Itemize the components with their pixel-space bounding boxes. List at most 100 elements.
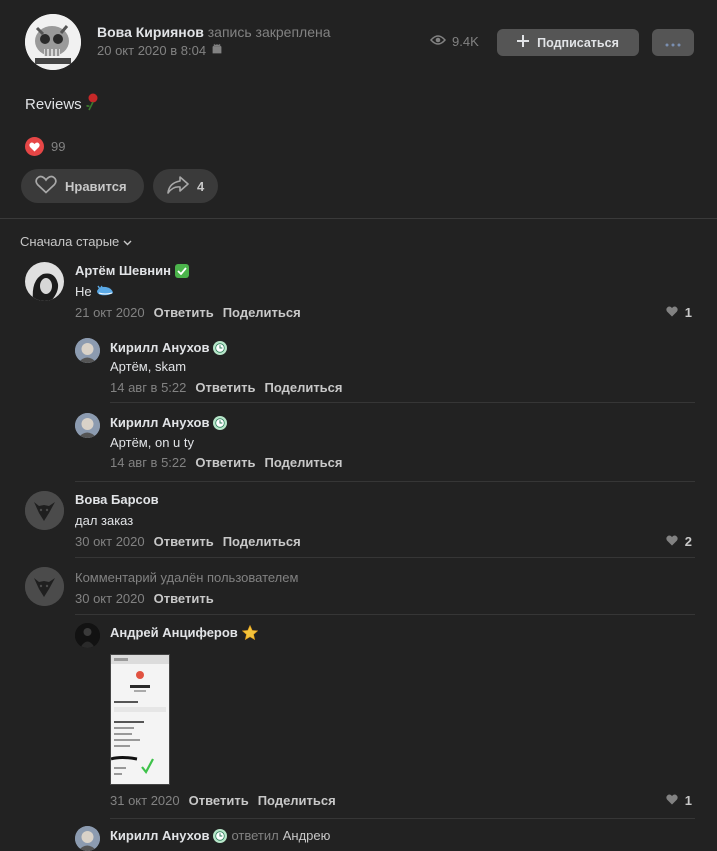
post-date[interactable]: 20 окт 2020 в 8:04 — [97, 43, 222, 58]
comment-like-count: 1 — [684, 305, 692, 320]
rose-emoji-icon — [84, 93, 100, 115]
comment-author-name: Артём Шевнин — [75, 263, 171, 278]
comment-like-button[interactable]: 1 — [666, 793, 692, 808]
post-divider — [0, 218, 717, 219]
heart-reaction-icon — [25, 137, 44, 156]
comments-sort-dropdown[interactable]: Сначала старые — [20, 234, 132, 249]
views-counter: 9.4K — [430, 34, 479, 49]
comment-divider — [110, 818, 695, 819]
heart-icon — [666, 534, 678, 549]
subscribe-label: Подписаться — [537, 35, 619, 50]
comment-text: Не — [75, 283, 114, 300]
more-icon — [665, 35, 681, 50]
comment-author[interactable]: Андрей Анциферов — [110, 625, 258, 640]
reaction-count: 99 — [51, 139, 66, 154]
comment-meta: 31 окт 2020 Ответить Поделиться — [110, 793, 336, 808]
comment-author[interactable]: Кирилл Анухов — [110, 340, 228, 355]
share-comment-button[interactable]: Поделиться — [264, 380, 342, 395]
reply-button[interactable]: Ответить — [195, 455, 255, 470]
comment-avatar — [25, 567, 64, 606]
comment-date[interactable]: 30 окт 2020 — [75, 534, 145, 549]
post-date-text: 20 окт 2020 в 8:04 — [97, 43, 207, 58]
comment-like-button[interactable]: 2 — [666, 534, 692, 549]
like-button[interactable]: Нравится — [21, 169, 144, 203]
comment-meta: 30 окт 2020 Ответить Поделиться — [75, 534, 301, 549]
comment-author[interactable]: Кирилл Анухов — [110, 415, 228, 430]
attached-screenshot-image[interactable] — [110, 654, 170, 785]
check-mark-emoji-icon — [174, 263, 189, 278]
replied-to-link[interactable]: Андрею — [283, 828, 331, 843]
post-text: Reviews — [25, 93, 100, 115]
comment-text-content: Артём, skam — [110, 359, 187, 374]
reply-button[interactable]: Ответить — [154, 591, 214, 606]
comment-divider — [75, 557, 695, 558]
post-text-content: Reviews — [25, 95, 82, 113]
comment-like-count: 2 — [684, 534, 692, 549]
comment-meta: 30 окт 2020 Ответить — [75, 591, 214, 606]
comment-like-count: 1 — [684, 793, 692, 808]
clock-emoji-icon — [213, 415, 228, 430]
comment-author[interactable]: Артём Шевнин — [75, 263, 189, 278]
comment-author-name: Кирилл Анухов — [110, 415, 210, 430]
comment-text-content: дал заказ — [75, 513, 134, 528]
whale-emoji-icon — [96, 283, 114, 300]
comment-like-button[interactable]: 1 — [666, 305, 692, 320]
comment-date[interactable]: 31 окт 2020 — [110, 793, 180, 808]
comment-text-content: Не — [75, 284, 92, 299]
clock-emoji-icon — [213, 340, 228, 355]
comment-avatar[interactable] — [75, 413, 100, 438]
share-comment-button[interactable]: Поделиться — [223, 534, 301, 549]
deleted-comment-text: Комментарий удалён пользователем — [75, 570, 299, 585]
heart-outline-icon — [35, 175, 57, 197]
comment-text-content: Артём, on u ty — [110, 435, 194, 450]
reply-button[interactable]: Ответить — [154, 305, 214, 320]
share-comment-button[interactable]: Поделиться — [264, 455, 342, 470]
comment-meta: 14 авг в 5:22 Ответить Поделиться — [110, 380, 343, 395]
reply-button[interactable]: Ответить — [154, 534, 214, 549]
chevron-down-icon — [123, 234, 132, 249]
more-options-button[interactable] — [652, 29, 694, 56]
comment-divider — [75, 614, 695, 615]
eye-icon — [430, 34, 446, 49]
author-avatar[interactable] — [25, 14, 81, 70]
reply-button[interactable]: Ответить — [189, 793, 249, 808]
comment-text: дал заказ — [75, 513, 133, 528]
comment-date[interactable]: 30 окт 2020 — [75, 591, 145, 606]
comment-avatar[interactable] — [25, 491, 64, 530]
views-count: 9.4K — [452, 34, 479, 49]
comment-divider — [110, 402, 695, 403]
pinned-note: запись закреплена — [207, 24, 331, 40]
comment-divider — [75, 481, 695, 482]
comment-author-name: Вова Барсов — [75, 492, 159, 507]
share-comment-button[interactable]: Поделиться — [258, 793, 336, 808]
comment-date[interactable]: 14 авг в 5:22 — [110, 380, 186, 395]
comment-author-name: Андрей Анциферов — [110, 625, 238, 640]
sort-label: Сначала старые — [20, 234, 120, 249]
reply-button[interactable]: Ответить — [195, 380, 255, 395]
comment-date[interactable]: 21 окт 2020 — [75, 305, 145, 320]
share-button[interactable]: 4 — [153, 169, 218, 203]
android-icon — [212, 43, 222, 58]
comment-date[interactable]: 14 авг в 5:22 — [110, 455, 186, 470]
heart-icon — [666, 305, 678, 320]
heart-icon — [666, 793, 678, 808]
share-comment-button[interactable]: Поделиться — [223, 305, 301, 320]
star-emoji-icon — [241, 625, 258, 640]
comment-avatar[interactable] — [75, 338, 100, 363]
comment-author[interactable]: Вова Барсов — [75, 492, 159, 507]
comment-author-name: Кирилл Анухов — [110, 828, 210, 843]
comment-avatar[interactable] — [75, 826, 100, 851]
comment-text: Артём, on u ty — [110, 435, 194, 450]
replied-to-label: ответил — [231, 828, 279, 843]
comment-avatar[interactable] — [25, 262, 64, 301]
comment-text: Артём, skam — [110, 359, 186, 374]
comment-author[interactable]: Кирилл Анухов ответил Андрею — [110, 828, 330, 843]
author-name[interactable]: Вова Кириянов — [97, 24, 204, 40]
plus-icon — [517, 35, 530, 50]
post-header: Вова Кириянов запись закреплена 20 окт 2… — [0, 0, 717, 90]
comment-avatar[interactable] — [75, 623, 100, 648]
subscribe-button[interactable]: Подписаться — [497, 29, 639, 56]
comment-meta: 21 окт 2020 Ответить Поделиться — [75, 305, 301, 320]
reactions-summary[interactable]: 99 — [25, 137, 65, 156]
share-count: 4 — [197, 178, 205, 194]
